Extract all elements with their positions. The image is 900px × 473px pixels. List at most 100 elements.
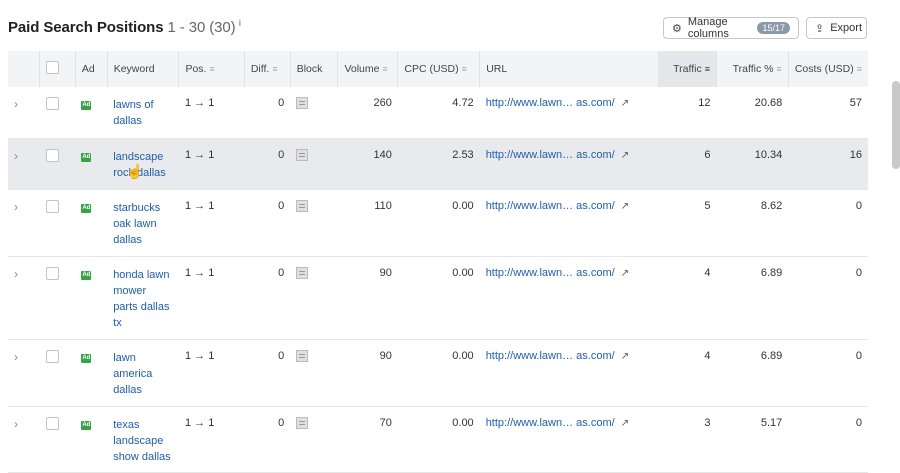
- export-button[interactable]: ⇪ Export: [806, 17, 867, 39]
- result-range: 1 - 30 (30): [167, 19, 236, 36]
- external-link-icon[interactable]: ↗: [621, 351, 629, 362]
- url-link[interactable]: http://www.lawn… as.com/: [486, 149, 615, 161]
- cpc-cell: 0.00: [397, 256, 480, 340]
- external-link-icon[interactable]: ↗: [621, 418, 629, 429]
- chevron-right-icon[interactable]: ›: [14, 417, 18, 431]
- row-checkbox[interactable]: [45, 349, 59, 363]
- ad-icon: Ad: [81, 420, 92, 430]
- row-select[interactable]: [39, 189, 76, 257]
- table-row[interactable]: › Ad honda lawn mower parts dallas tx 1 → 1…: [8, 256, 868, 340]
- table-row[interactable]: › Ad lawn america dallas 1 → 1 0 90 0.00 http:/…: [8, 339, 868, 407]
- row-select[interactable]: [39, 138, 76, 190]
- column-header-costs[interactable]: Costs (USD) ≡: [787, 51, 868, 87]
- position-to: 1: [208, 199, 215, 212]
- sort-icon[interactable]: ≡: [209, 64, 214, 74]
- position-to: 1: [208, 416, 215, 429]
- cpc-cell: 2.53: [397, 138, 480, 190]
- export-label: Export: [830, 22, 863, 34]
- serp-block-icon: [296, 97, 309, 109]
- traffic-cell: 6: [658, 138, 717, 190]
- row-expand[interactable]: ›: [8, 406, 40, 473]
- sort-icon[interactable]: ≡: [857, 64, 862, 74]
- position-from: 1: [184, 199, 192, 212]
- row-checkbox[interactable]: [45, 199, 59, 213]
- info-icon[interactable]: i: [239, 18, 242, 28]
- keyword-link[interactable]: honda lawn mower parts dallas tx: [113, 267, 173, 331]
- table-row[interactable]: › Ad starbucks oak lawn dallas 1 → 1 0 110 0.0…: [8, 189, 868, 257]
- sort-icon[interactable]: ≡: [462, 64, 467, 74]
- column-header-traffic-pct[interactable]: Traffic % ≡: [716, 51, 789, 87]
- position-cell: 1 → 1: [178, 189, 245, 257]
- sort-icon[interactable]: ≡: [272, 64, 277, 74]
- sort-icon[interactable]: ≡: [382, 64, 387, 74]
- keyword-link[interactable]: starbucks oak lawn dallas: [113, 200, 173, 248]
- row-expand[interactable]: ›: [8, 138, 40, 190]
- row-checkbox[interactable]: [45, 266, 59, 280]
- url-cell[interactable]: http://www.lawn… as.com/ ↗: [479, 138, 659, 190]
- keyword-cell[interactable]: lawn america dallas: [107, 339, 179, 407]
- row-select[interactable]: [39, 256, 76, 340]
- column-header-volume[interactable]: Volume ≡: [337, 51, 398, 87]
- header-select-all[interactable]: [39, 51, 76, 87]
- ad-cell: Ad: [75, 256, 108, 340]
- serp-block-icon: [296, 349, 309, 362]
- row-expand[interactable]: ›: [8, 189, 40, 257]
- chevron-right-icon[interactable]: ›: [14, 267, 18, 281]
- url-link[interactable]: http://www.lawn… as.com/: [486, 97, 615, 109]
- page-title-text: Paid Search Positions: [8, 19, 164, 36]
- url-cell[interactable]: http://www.lawn… as.com/ ↗: [479, 256, 659, 340]
- row-select[interactable]: [39, 87, 76, 139]
- row-checkbox[interactable]: [45, 97, 59, 110]
- column-header-keyword[interactable]: Keyword: [106, 51, 179, 87]
- url-cell[interactable]: http://www.lawn… as.com/ ↗: [479, 189, 659, 257]
- sort-icon[interactable]: ≡: [705, 64, 710, 74]
- chevron-right-icon[interactable]: ›: [14, 350, 18, 364]
- external-link-icon[interactable]: ↗: [621, 201, 629, 212]
- traffic-pct-cell: 20.68: [716, 87, 789, 139]
- external-link-icon[interactable]: ↗: [621, 268, 629, 279]
- url-link[interactable]: http://www.lawn… as.com/: [486, 417, 615, 429]
- chevron-right-icon[interactable]: ›: [14, 200, 18, 214]
- table-row[interactable]: › Ad texas landscape show dallas 1 → 1 0 70 0.…: [8, 406, 868, 473]
- keyword-link[interactable]: lawn america dallas: [113, 350, 173, 398]
- row-expand[interactable]: ›: [8, 87, 40, 139]
- url-link[interactable]: http://www.lawn… as.com/: [486, 200, 615, 212]
- keyword-cell[interactable]: lawns of dallas: [107, 87, 179, 139]
- serp-block-icon: [296, 148, 309, 161]
- arrow-right-icon: →: [194, 349, 206, 362]
- chevron-right-icon[interactable]: ›: [14, 97, 18, 111]
- keyword-cell[interactable]: honda lawn mower parts dallas tx: [107, 256, 179, 340]
- keyword-cell[interactable]: texas landscape show dallas: [107, 406, 179, 473]
- external-link-icon[interactable]: ↗: [621, 98, 629, 109]
- url-cell[interactable]: http://www.lawn… as.com/ ↗: [479, 406, 659, 473]
- url-link[interactable]: http://www.lawn… as.com/: [486, 350, 615, 362]
- url-cell[interactable]: http://www.lawn… as.com/ ↗: [479, 87, 659, 139]
- url-link[interactable]: http://www.lawn… as.com/: [486, 267, 615, 279]
- keyword-link[interactable]: lawns of dallas: [113, 97, 173, 129]
- column-header-cpc[interactable]: CPC (USD) ≡: [397, 51, 480, 87]
- cpc-cell: 0.00: [397, 406, 480, 473]
- manage-columns-button[interactable]: ⚙ Manage columns 15/17: [663, 16, 799, 40]
- vertical-scrollbar[interactable]: [892, 81, 900, 169]
- table-row[interactable]: › Ad lawns of dallas 1 → 1 0 260 4.72 http://ww…: [8, 87, 868, 139]
- select-all-checkbox[interactable]: [46, 61, 60, 74]
- row-select[interactable]: [39, 406, 76, 473]
- keyword-link[interactable]: texas landscape show dallas: [113, 417, 173, 465]
- column-header-diff[interactable]: Diff. ≡: [243, 51, 291, 87]
- costs-cell: 16: [788, 138, 868, 190]
- row-select[interactable]: [39, 339, 76, 407]
- row-expand[interactable]: ›: [8, 256, 40, 340]
- row-checkbox[interactable]: [45, 148, 59, 162]
- column-header-pos[interactable]: Pos. ≡: [178, 51, 245, 87]
- url-cell[interactable]: http://www.lawn… as.com/ ↗: [479, 339, 659, 407]
- sort-icon[interactable]: ≡: [777, 64, 782, 74]
- traffic-cell: 4: [658, 256, 717, 340]
- external-link-icon[interactable]: ↗: [621, 150, 629, 161]
- row-expand[interactable]: ›: [8, 339, 40, 407]
- chevron-right-icon[interactable]: ›: [14, 149, 18, 163]
- block-cell: [290, 189, 338, 257]
- row-checkbox[interactable]: [45, 416, 59, 430]
- column-header-traffic[interactable]: Traffic ≡: [658, 51, 717, 87]
- keyword-cell[interactable]: starbucks oak lawn dallas: [107, 189, 179, 257]
- diff-cell: 0: [244, 138, 291, 190]
